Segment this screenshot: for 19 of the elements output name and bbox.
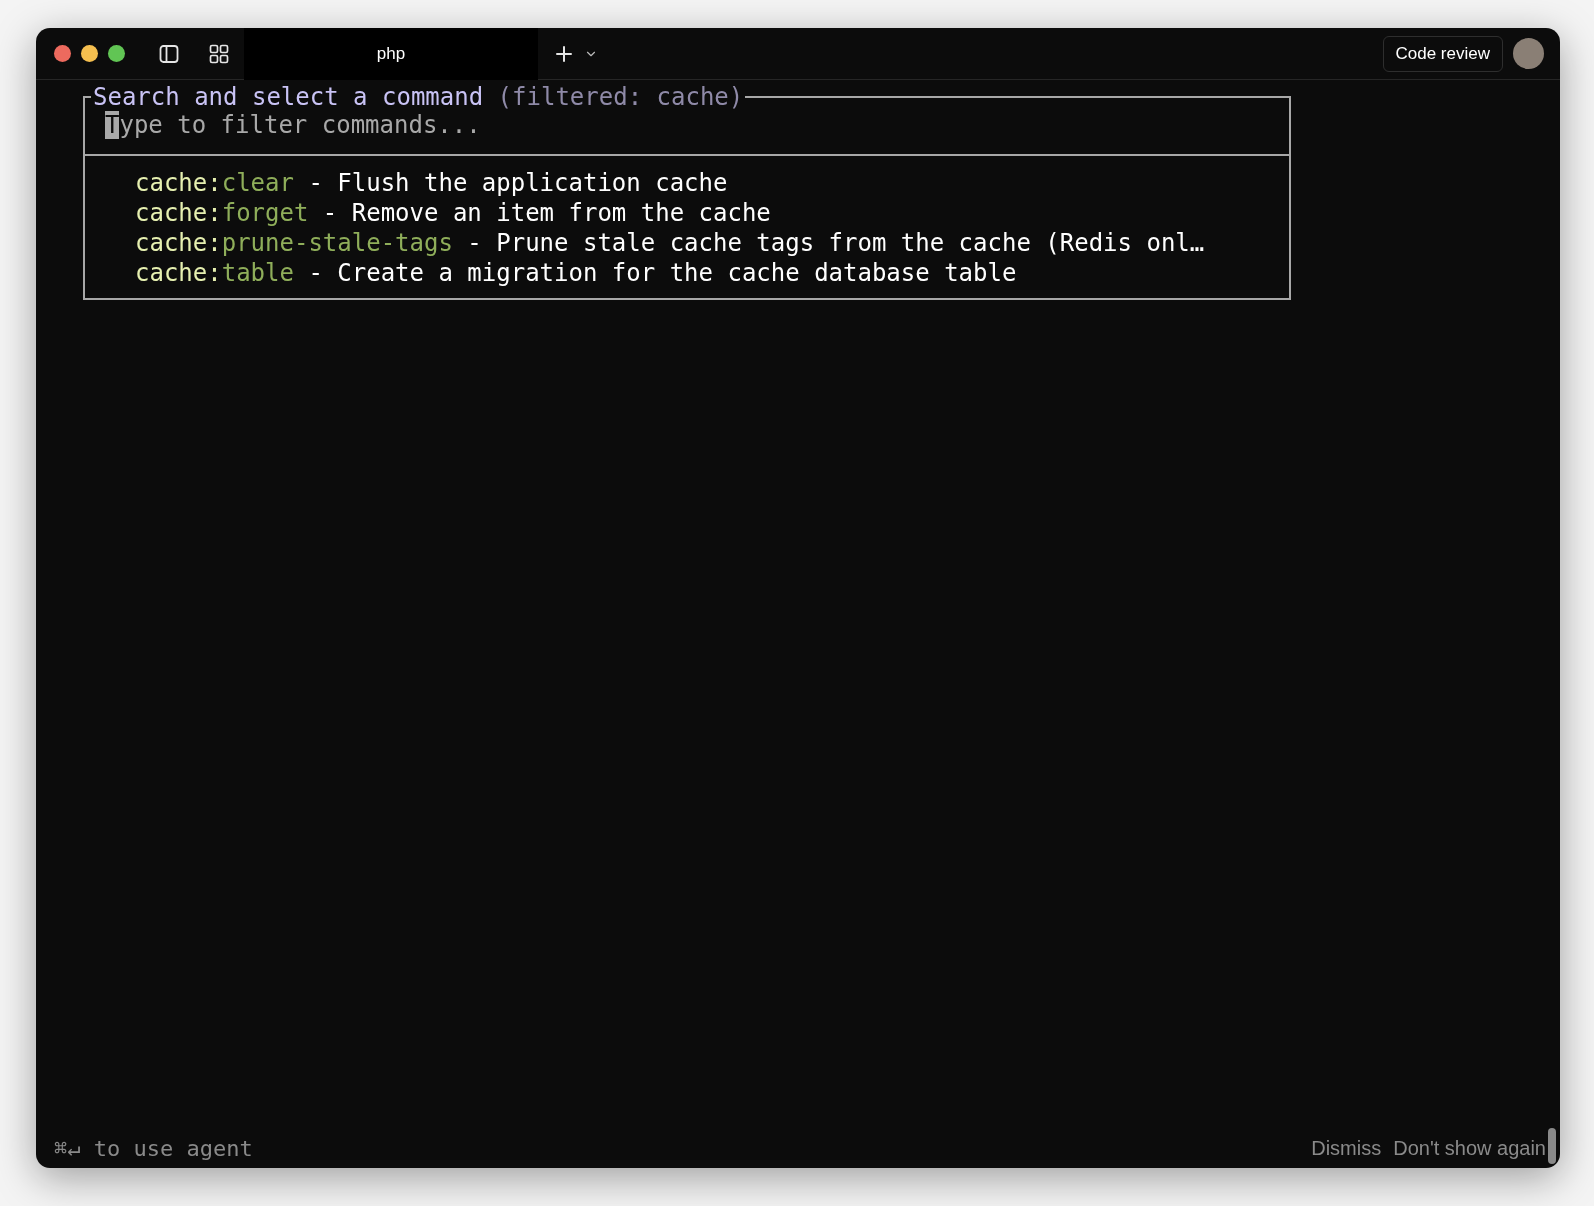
command-item[interactable]: cache:clear - Flush the application cache — [135, 168, 1289, 198]
agent-hint: ⌘↵ to use agent — [54, 1134, 253, 1163]
zoom-button[interactable] — [108, 45, 125, 62]
scrollbar[interactable] — [1548, 1128, 1556, 1164]
grid-icon[interactable] — [209, 43, 229, 64]
filter-input[interactable]: Type to filter commands... — [85, 110, 1289, 154]
avatar[interactable] — [1513, 38, 1544, 69]
minimize-button[interactable] — [81, 45, 98, 62]
filter-note: (filtered: cache) — [497, 83, 744, 111]
close-button[interactable] — [54, 45, 71, 62]
tab[interactable]: php — [244, 28, 538, 80]
sidebar-toggle-icon[interactable] — [159, 43, 179, 64]
code-review-button[interactable]: Code review — [1382, 35, 1503, 72]
command-item[interactable]: cache:prune-stale-tags - Prune stale cache tags from the cache (Redis onl… — [135, 228, 1289, 258]
command-item[interactable]: cache:table - Create a migration for the cache database table — [135, 258, 1289, 288]
command-item[interactable]: cache:forget - Remove an item from the cache — [135, 198, 1289, 228]
palette-title: Search and select a command — [93, 83, 484, 111]
footer-action[interactable]: Don't show again — [1393, 1133, 1546, 1163]
footer-action[interactable]: Dismiss — [1311, 1133, 1382, 1163]
